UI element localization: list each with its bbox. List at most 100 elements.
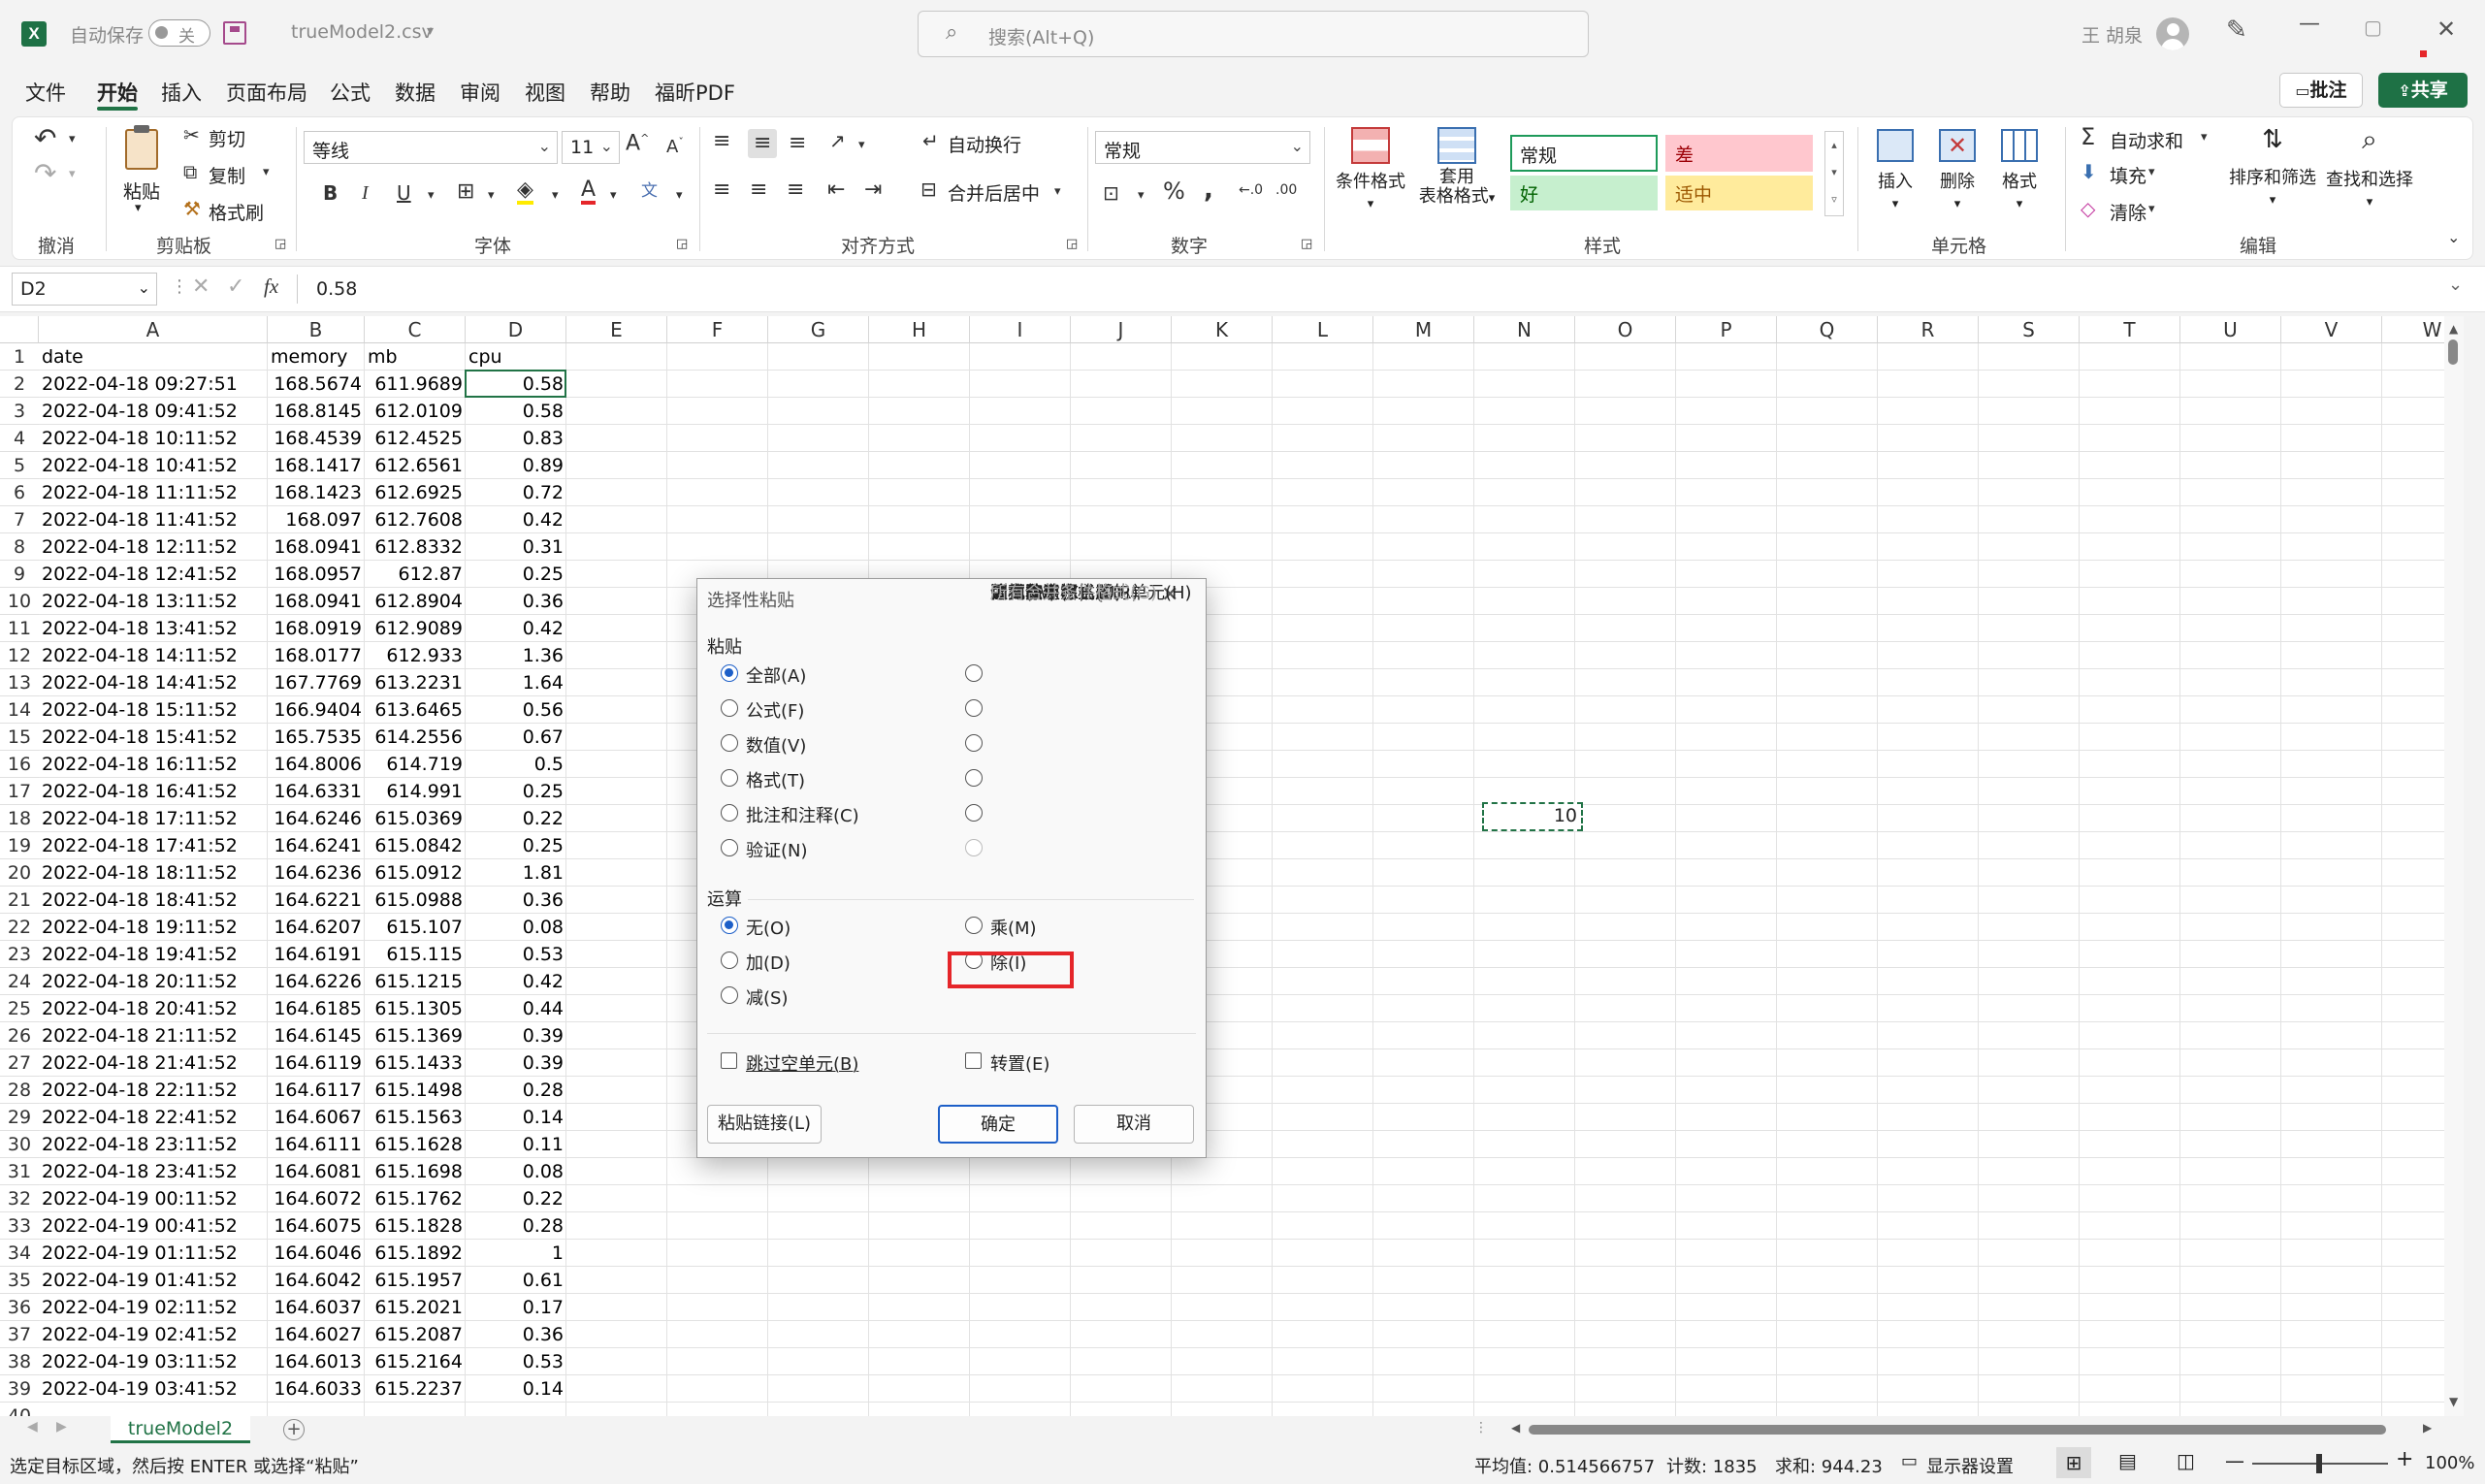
font-name-select[interactable]: 等线 ⌄ [304,131,558,164]
data-cell[interactable]: 2022-04-18 15:11:52 [39,696,268,724]
data-cell[interactable]: 2022-04-18 10:11:52 [39,425,268,452]
data-cell[interactable]: 0.83 [466,425,566,452]
cancel-entry-icon[interactable]: ✕ [192,276,210,298]
format-painter-button[interactable]: 格式刷 [209,199,264,225]
operation-radio[interactable] [965,917,983,934]
data-cell[interactable]: 2022-04-18 10:41:52 [39,452,268,479]
row-header[interactable]: 36 [0,1294,39,1321]
paste-option-radio[interactable] [965,769,983,787]
data-cell[interactable]: 164.6037 [268,1294,365,1321]
increase-decimal-icon[interactable]: ←.0 [1239,183,1263,197]
chevron-down-icon[interactable]: ▾ [610,189,617,202]
header-cell[interactable]: mb [365,343,466,371]
zoom-in-icon[interactable]: + [2396,1447,2413,1471]
row-header[interactable]: 7 [0,506,39,533]
phonetic-icon[interactable]: 文 [641,183,658,200]
data-cell[interactable]: 0.42 [466,968,566,995]
chevron-down-icon[interactable]: ▾ [552,189,559,202]
horizontal-scrollbar[interactable]: ◀ ▶ [1503,1420,2444,1439]
row-header[interactable]: 4 [0,425,39,452]
chevron-down-icon[interactable]: ▾ [69,168,76,180]
data-cell[interactable]: 2022-04-18 13:41:52 [39,615,268,642]
eraser-icon[interactable]: ◇ [2081,199,2095,218]
fill-icon[interactable]: ⬇ [2081,162,2097,181]
select-all-corner[interactable] [0,316,39,343]
row-header[interactable]: 31 [0,1158,39,1185]
merge-center-icon[interactable]: ⊟ [920,179,937,199]
data-cell[interactable]: 0.22 [466,805,566,832]
data-cell[interactable]: 2022-04-18 20:41:52 [39,995,268,1022]
row-header[interactable]: 38 [0,1348,39,1375]
data-cell[interactable]: 1.36 [466,642,566,669]
paste-option-label[interactable]: 验证(N) [746,837,808,862]
header-cell[interactable]: memory [268,343,365,371]
minimize-icon[interactable]: — [2299,12,2320,36]
normal-view-icon[interactable]: ⊞ [2056,1447,2091,1478]
find-select-button[interactable]: ⌕ 查找和选择 ▾ [2321,123,2418,220]
row-header[interactable]: 10 [0,588,39,615]
column-header-o[interactable]: O [1575,316,1676,343]
scroll-down-icon[interactable]: ▼ [2449,1395,2458,1408]
sort-filter-button[interactable]: ⇅ 排序和筛选 ▾ [2224,123,2321,220]
data-cell[interactable]: 165.7535 [268,724,365,751]
align-right-icon[interactable]: ≡ [787,179,804,201]
vertical-scrollbar[interactable]: ▲ ▼ [2444,316,2464,1416]
paste-option-radio[interactable] [721,699,738,717]
data-cell[interactable]: 612.7608 [365,506,466,533]
data-cell[interactable]: 612.0109 [365,398,466,425]
data-cell[interactable]: 2022-04-19 01:11:52 [39,1240,268,1267]
decrease-decimal-icon[interactable]: .00 [1275,183,1297,197]
row-header[interactable]: 5 [0,452,39,479]
copy-marquee[interactable]: 10 [1482,802,1583,831]
operation-label[interactable]: 减(S) [746,984,788,1010]
align-left-icon[interactable]: ≡ [713,179,730,201]
column-header-j[interactable]: J [1071,316,1172,343]
data-cell[interactable]: 164.6081 [268,1158,365,1185]
data-cell[interactable]: 0.25 [466,561,566,588]
data-cell[interactable]: 2022-04-18 23:41:52 [39,1158,268,1185]
data-cell[interactable]: 2022-04-18 18:41:52 [39,887,268,914]
column-header-c[interactable]: C [365,316,466,343]
data-cell[interactable]: 2022-04-18 12:41:52 [39,561,268,588]
data-cell[interactable]: 164.6027 [268,1321,365,1348]
data-cell[interactable]: 2022-04-18 12:11:52 [39,533,268,561]
expand-formula-icon[interactable]: ⌄ [2448,276,2463,294]
data-cell[interactable]: 2022-04-18 20:11:52 [39,968,268,995]
row-header[interactable]: 11 [0,615,39,642]
paste-option-label[interactable]: 公式(F) [746,697,804,723]
collapse-ribbon-icon[interactable]: ⌄ [2447,230,2460,245]
column-header-a[interactable]: A [39,316,268,343]
format-as-table-button[interactable]: 套用 表格格式▾ [1413,123,1501,230]
row-header[interactable]: 3 [0,398,39,425]
status-average[interactable]: 平均值: 0.514566757 [1474,1453,1655,1478]
delete-cells-button[interactable]: ✕ 删除 ▾ [1931,125,1984,222]
data-cell[interactable]: 2022-04-18 14:41:52 [39,669,268,696]
paste-option-radio[interactable] [965,664,983,682]
column-header-q[interactable]: Q [1777,316,1878,343]
data-cell[interactable]: 2022-04-18 17:41:52 [39,832,268,859]
dialog-launcher-icon[interactable]: ◲ [1301,238,1312,250]
menu-data[interactable]: 数据 [395,78,436,107]
data-cell[interactable]: 615.0842 [365,832,466,859]
chevron-down-icon[interactable]: ▾ [1138,189,1145,202]
data-cell[interactable]: 164.6117 [268,1077,365,1104]
conditional-format-button[interactable]: 条件格式 ▾ [1332,123,1409,220]
autosum-icon[interactable]: Σ [2081,125,2095,148]
data-cell[interactable]: 2022-04-18 14:11:52 [39,642,268,669]
row-header[interactable]: 35 [0,1267,39,1294]
style-good[interactable]: 好 [1510,176,1658,210]
column-header-f[interactable]: F [667,316,768,343]
transpose-checkbox[interactable] [965,1052,982,1069]
data-cell[interactable]: 0.28 [466,1077,566,1104]
data-cell[interactable]: 2022-04-18 19:41:52 [39,941,268,968]
data-cell[interactable]: 164.6226 [268,968,365,995]
data-cell[interactable]: 168.4539 [268,425,365,452]
data-cell[interactable]: 168.8145 [268,398,365,425]
column-header-d[interactable]: D [466,316,566,343]
column-header-i[interactable]: I [970,316,1071,343]
data-cell[interactable]: 2022-04-19 02:11:52 [39,1294,268,1321]
row-header[interactable]: 22 [0,914,39,941]
data-cell[interactable]: 612.933 [365,642,466,669]
data-cell[interactable]: 2022-04-18 23:11:52 [39,1131,268,1158]
row-header[interactable]: 17 [0,778,39,805]
